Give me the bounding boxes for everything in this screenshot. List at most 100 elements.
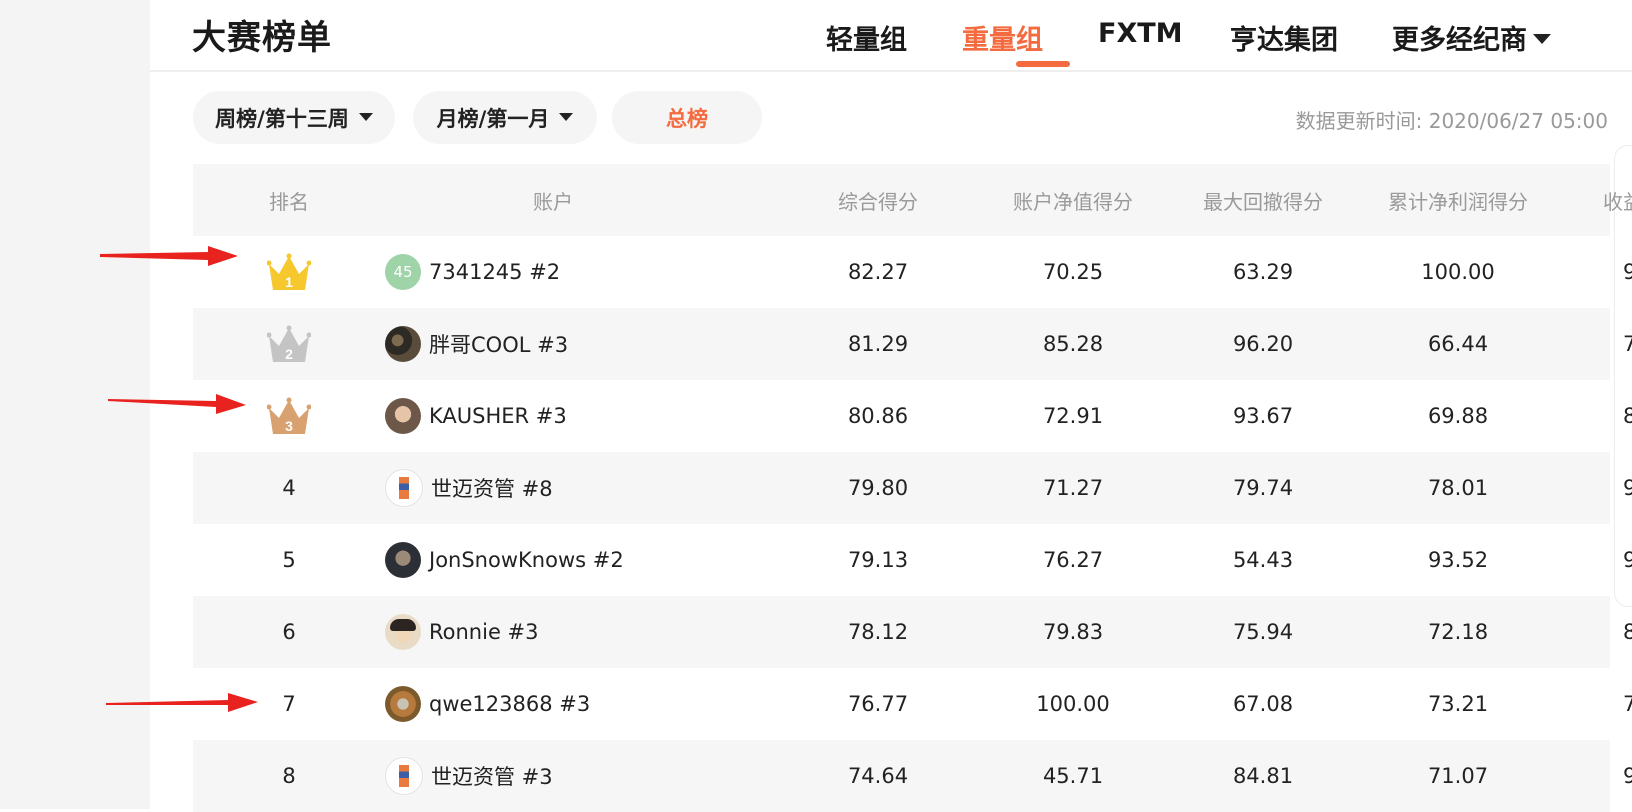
equity-score: 71.27 xyxy=(1042,476,1104,500)
avatar xyxy=(385,614,421,650)
annotation-arrow-rank-1 xyxy=(100,246,238,266)
net-profit-score: 100.00 xyxy=(1421,260,1495,284)
drawdown-score: 54.43 xyxy=(1232,548,1294,572)
account-cell[interactable]: KAUSHER #3 xyxy=(385,380,615,452)
account-cell[interactable]: 世迈资管 #3 xyxy=(385,740,615,812)
overall-score: 79.13 xyxy=(847,548,909,572)
tab-fxtm[interactable]: FXTM xyxy=(1098,18,1183,49)
net-profit-score: 78.01 xyxy=(1427,476,1489,500)
account-cell[interactable]: Ronnie #3 xyxy=(385,596,615,668)
crown-rank-number: 1 xyxy=(285,274,293,290)
table-row: 4 世迈资管 #8 79.80 71.27 79.74 78.01 91.13 xyxy=(193,452,1632,524)
drawdown-score: 75.94 xyxy=(1232,620,1294,644)
return-score: 86.07 xyxy=(1622,404,1632,428)
total-rank-button[interactable]: 总榜 xyxy=(612,91,762,144)
account-cell[interactable]: JonSnowKnows #2 xyxy=(385,524,624,596)
equity-score: 100.00 xyxy=(1036,692,1110,716)
account-name: KAUSHER #3 xyxy=(429,404,567,428)
overall-score: 81.29 xyxy=(847,332,909,356)
return-score: 97.46 xyxy=(1622,548,1632,572)
account-cell[interactable]: 胖哥COOL #3 xyxy=(385,308,615,380)
table-row: 2 胖哥COOL #3 81.29 85.28 96.20 66.44 77.21 xyxy=(193,308,1632,380)
account-cell[interactable]: qwe123868 #3 xyxy=(385,668,615,740)
return-score: 96.20 xyxy=(1622,260,1632,284)
rank-number: 4 xyxy=(282,476,296,500)
account-name: 世迈资管 #3 xyxy=(431,765,553,789)
tab-heavy-group[interactable]: 重量组 xyxy=(962,18,1043,57)
net-profit-score: 72.18 xyxy=(1427,620,1489,644)
monthly-rank-label: 月榜/第一月 xyxy=(436,106,550,131)
table-row: 5 JonSnowKnows #2 79.13 76.27 54.43 93.52 97.4… xyxy=(193,524,1632,596)
avatar xyxy=(385,542,421,578)
arrow-shape xyxy=(106,693,258,712)
header-return-score: 收益率得分 xyxy=(1603,189,1632,214)
tab-more-brokers[interactable]: 更多经纪商 xyxy=(1392,18,1551,57)
chevron-down-icon xyxy=(559,112,574,121)
equity-score: 85.28 xyxy=(1042,332,1104,356)
table-row: 3 KAUSHER #3 80.86 72.91 93.67 69.88 86.07 xyxy=(193,380,1632,452)
header-net-profit-score: 累计净利润得分 xyxy=(1388,189,1528,214)
crown-rank-number: 2 xyxy=(285,346,293,362)
page-title: 大赛榜单 xyxy=(192,18,332,58)
header-overall-score: 综合得分 xyxy=(838,189,918,214)
active-tab-indicator xyxy=(1016,61,1070,67)
account-cell[interactable]: 45 7341245 #2 xyxy=(385,236,615,308)
avatar xyxy=(385,757,423,795)
chevron-down-icon xyxy=(358,112,373,121)
return-score: 91.13 xyxy=(1622,476,1632,500)
drawdown-score: 79.74 xyxy=(1232,476,1294,500)
account-name: 7341245 #2 xyxy=(429,260,561,284)
tab-more-brokers-label: 更多经纪商 xyxy=(1392,25,1527,56)
table-header: 排名 账户 综合得分 账户净值得分 最大回撤得分 累计净利润得分 收益率得分 xyxy=(193,164,1632,236)
crown-icon: 1 xyxy=(267,253,311,290)
overall-score: 82.27 xyxy=(847,260,909,284)
table-row: 7qwe123868 #376.77100.0067.0873.2173.41 xyxy=(193,668,1632,740)
drawdown-score: 93.67 xyxy=(1232,404,1294,428)
drawdown-score: 96.20 xyxy=(1232,332,1294,356)
rank-crown-badge: 3 xyxy=(233,380,345,452)
account-name: Ronnie #3 xyxy=(429,620,539,644)
overall-score: 78.12 xyxy=(847,620,909,644)
net-profit-score: 73.21 xyxy=(1427,692,1489,716)
rank-crown-badge: 2 xyxy=(233,308,345,380)
return-score: 88.60 xyxy=(1622,620,1632,644)
leaderboard-table: 排名 账户 综合得分 账户净值得分 最大回撤得分 累计净利润得分 收益率得分 1… xyxy=(193,164,1632,812)
weekly-rank-select[interactable]: 周榜/第十三周 xyxy=(193,91,395,144)
avatar xyxy=(385,469,423,507)
arrow-shape xyxy=(100,246,238,266)
equity-score: 72.91 xyxy=(1042,404,1104,428)
table-body: 1457341245 #282.2770.2563.29100.0096.202… xyxy=(193,236,1632,812)
header: 大赛榜单 轻量组 重量组 FXTM 亨达集团 更多经纪商 xyxy=(150,0,1632,72)
equity-score: 76.27 xyxy=(1042,548,1104,572)
arrow-shape xyxy=(108,394,246,414)
rank-number: 8 xyxy=(282,764,296,788)
rank-number: 6 xyxy=(282,620,296,644)
account-name: qwe123868 #3 xyxy=(429,692,591,716)
crown-icon: 2 xyxy=(267,325,311,362)
data-updated-time: 数据更新时间: 2020/06/27 05:00 xyxy=(1295,109,1608,133)
annotation-arrow-rank-3 xyxy=(108,394,246,414)
rank-number: 5 xyxy=(282,548,296,572)
table-row: 8 世迈资管 #3 74.64 45.71 84.81 71.07 93.67 xyxy=(193,740,1632,812)
avatar xyxy=(385,326,421,362)
account-name: JonSnowKnows #2 xyxy=(429,548,624,572)
account-cell[interactable]: 世迈资管 #8 xyxy=(385,452,615,524)
tab-henda-group[interactable]: 亨达集团 xyxy=(1230,18,1338,57)
monthly-rank-select[interactable]: 月榜/第一月 xyxy=(413,91,597,144)
overall-score: 80.86 xyxy=(847,404,909,428)
tab-light-group[interactable]: 轻量组 xyxy=(826,18,907,57)
drawdown-score: 63.29 xyxy=(1232,260,1294,284)
equity-score: 45.71 xyxy=(1042,764,1104,788)
avatar xyxy=(385,686,421,722)
overall-score: 79.80 xyxy=(847,476,909,500)
overall-score: 76.77 xyxy=(847,692,909,716)
net-profit-score: 71.07 xyxy=(1427,764,1489,788)
equity-score: 70.25 xyxy=(1042,260,1104,284)
header-rank: 排名 xyxy=(269,189,309,214)
crown-icon: 3 xyxy=(267,397,311,434)
chevron-down-icon xyxy=(1533,33,1551,44)
avatar xyxy=(385,398,421,434)
return-score: 93.67 xyxy=(1622,764,1632,788)
return-score: 73.41 xyxy=(1622,692,1632,716)
header-drawdown-score: 最大回撤得分 xyxy=(1203,189,1323,214)
